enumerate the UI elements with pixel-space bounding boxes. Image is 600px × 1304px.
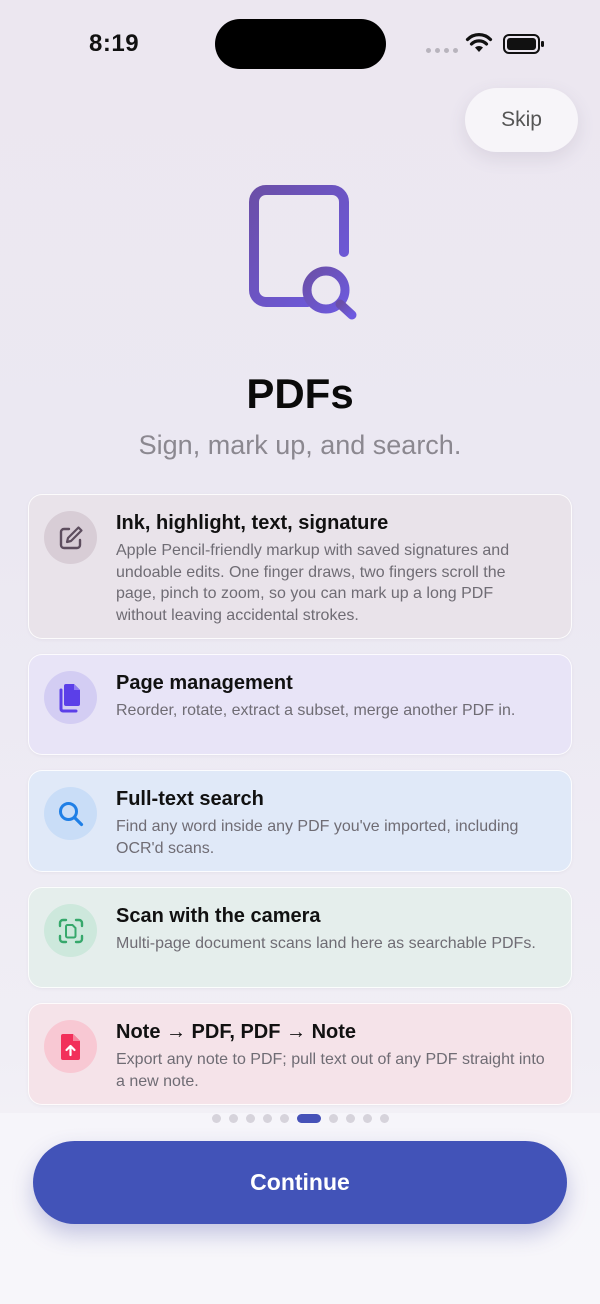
status-time: 8:19 — [89, 30, 140, 57]
page-title: PDFs — [246, 370, 354, 417]
page-subtitle: Sign, mark up, and search. — [138, 430, 462, 460]
page-dot[interactable] — [328, 1114, 338, 1123]
magnifier-icon — [44, 787, 97, 840]
wifi-icon — [465, 33, 493, 52]
page-indicator[interactable] — [0, 1114, 600, 1123]
pdf-search-icon — [249, 185, 357, 320]
pdf-arrow-icon — [44, 1020, 97, 1073]
dynamic-island — [215, 19, 386, 69]
document-scan-icon — [44, 904, 97, 957]
feature-description: Reorder, rotate, extract a subset, merge… — [116, 702, 516, 719]
feature-title: Ink, highlight, text, signature — [116, 512, 389, 534]
page-dot[interactable] — [262, 1114, 272, 1123]
status-bar: 8:19 — [0, 0, 600, 90]
feature-title: Note → PDF, PDF → Note — [116, 1021, 357, 1043]
feature-card-markup: Ink, highlight, text, signature Apple Pe… — [28, 494, 572, 639]
page-dot[interactable] — [228, 1114, 238, 1123]
feature-title: Full-text search — [116, 788, 264, 810]
page-dot[interactable] — [362, 1114, 372, 1123]
feature-description: Find any word inside any PDF you've impo… — [116, 818, 519, 857]
feature-description: Multi-page document scans land here as s… — [116, 935, 536, 952]
feature-title: Scan with the camera — [116, 905, 321, 927]
feature-card-search: Full-text search Find any word inside an… — [28, 770, 572, 872]
feature-title: Page management — [116, 672, 293, 694]
feature-card-page-management: Page management Reorder, rotate, extract… — [28, 654, 572, 755]
feature-description: Export any note to PDF; pull text out of… — [116, 1051, 545, 1090]
page-dot[interactable] — [345, 1114, 355, 1123]
continue-button[interactable]: Continue — [33, 1141, 567, 1224]
battery-icon — [503, 34, 544, 54]
feature-card-export: Note → PDF, PDF → Note Export any note t… — [28, 1003, 572, 1105]
feature-card-scan: Scan with the camera Multi-page document… — [28, 887, 572, 988]
pencil-square-icon — [44, 511, 97, 564]
page-dot[interactable] — [211, 1114, 221, 1123]
page-dot[interactable] — [245, 1114, 255, 1123]
documents-icon — [44, 671, 97, 724]
page-dot-active[interactable] — [296, 1114, 321, 1123]
page-dot[interactable] — [379, 1114, 389, 1123]
page-dot[interactable] — [279, 1114, 289, 1123]
feature-description: Apple Pencil-friendly markup with saved … — [116, 542, 510, 624]
skip-button[interactable]: Skip — [465, 88, 578, 152]
cellular-signal-icon — [426, 48, 458, 53]
